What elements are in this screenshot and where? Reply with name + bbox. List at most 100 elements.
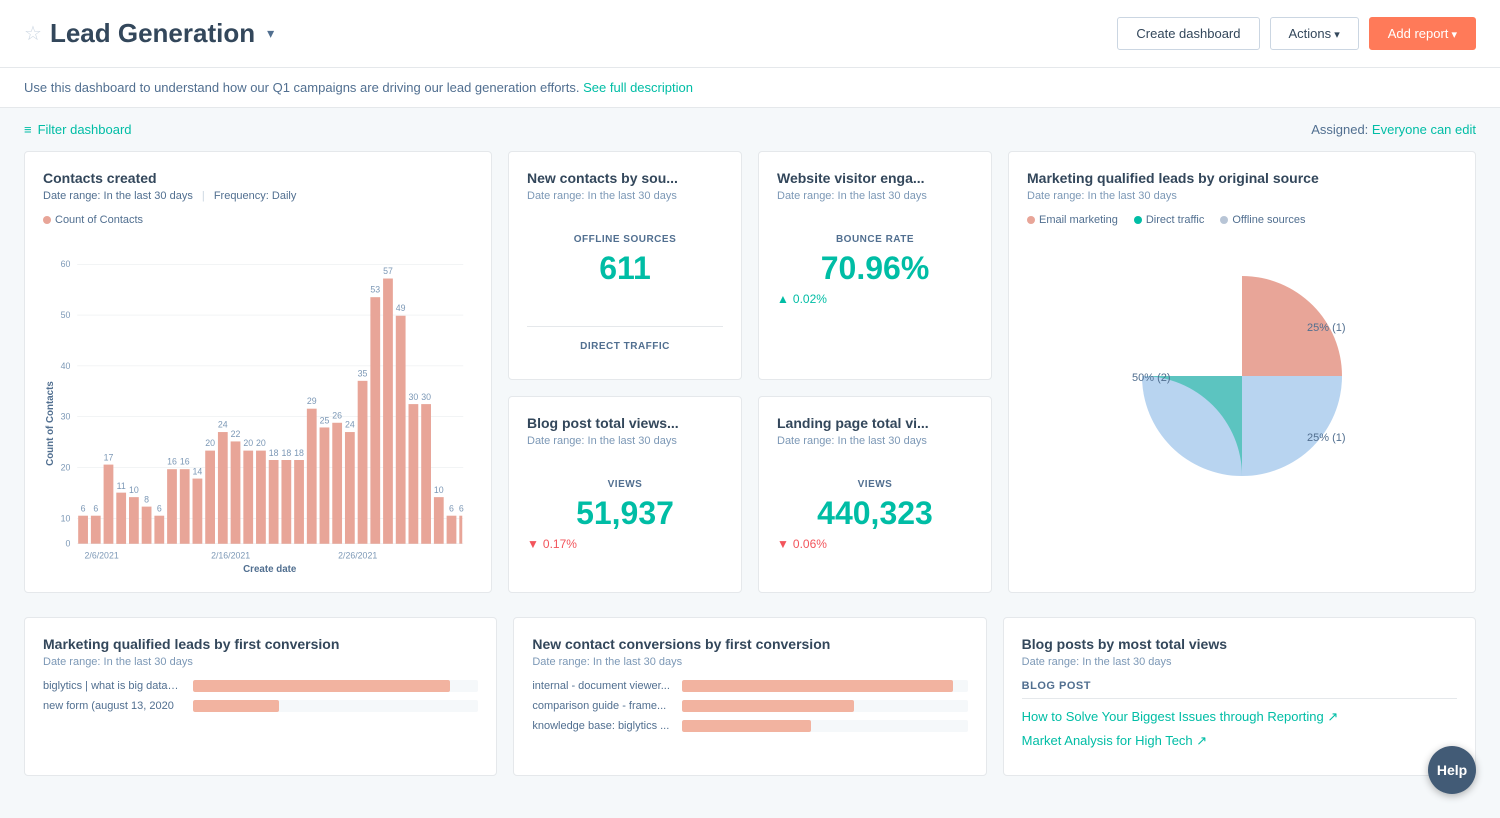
svg-text:53: 53 (370, 285, 380, 295)
svg-text:35: 35 (358, 369, 368, 379)
create-dashboard-button[interactable]: Create dashboard (1117, 17, 1259, 50)
bar-30 (459, 516, 462, 544)
svg-text:18: 18 (294, 448, 304, 458)
bar-9 (193, 479, 203, 544)
mql-pie-chart: 25% (1) 50% (2) 25% (1) (1112, 246, 1372, 506)
see-full-description-link[interactable]: See full description (583, 80, 693, 95)
svg-text:29: 29 (307, 396, 317, 406)
legend-dot-email (1027, 216, 1035, 224)
svg-text:24: 24 (218, 419, 228, 429)
list-item: comparison guide - frame... (532, 700, 967, 712)
blog-views-metric-value: 51,937 (527, 496, 723, 531)
svg-text:Count of Contacts: Count of Contacts (45, 381, 56, 466)
legend-label-contacts: Count of Contacts (55, 214, 143, 226)
svg-text:16: 16 (167, 457, 177, 467)
bar-group: 6 6 17 11 10 8 (78, 266, 464, 544)
svg-text:2/6/2021: 2/6/2021 (85, 550, 119, 560)
bar-2 (104, 465, 114, 544)
new-contact-conversions-card: New contact conversions by first convers… (513, 617, 986, 776)
header-left: ☆ Lead Generation ▾ (24, 18, 274, 49)
svg-text:20: 20 (256, 438, 266, 448)
blog-most-views-title: Blog posts by most total views (1022, 636, 1457, 652)
contacts-chart-area: 60 50 40 30 20 10 0 (43, 234, 473, 574)
new-contacts-title: New contacts by sou... (527, 170, 723, 186)
svg-text:60: 60 (61, 259, 71, 269)
bar-10 (205, 451, 215, 544)
bar-5 (142, 507, 152, 544)
legend-offline-label: Offline sources (1232, 214, 1305, 226)
svg-text:10: 10 (434, 485, 444, 495)
svg-text:30: 30 (61, 412, 71, 422)
legend-direct-label: Direct traffic (1146, 214, 1204, 226)
description-text: Use this dashboard to understand how our… (24, 80, 579, 95)
blog-link-1[interactable]: Market Analysis for High Tech ↗ (1022, 733, 1457, 749)
legend-dot-offline (1220, 216, 1228, 224)
bar-19 (320, 427, 330, 543)
bar-0 (78, 516, 88, 544)
conv-item-label-0: internal - document viewer... (532, 680, 672, 692)
svg-text:6: 6 (157, 504, 162, 514)
bar-16 (281, 460, 291, 544)
website-visitor-stat: BOUNCE RATE 70.96% ▲ 0.02% (777, 214, 973, 326)
svg-text:20: 20 (205, 438, 215, 448)
legend-dot-contacts (43, 216, 51, 224)
add-report-button[interactable]: Add report (1369, 17, 1476, 50)
contacts-legend: Count of Contacts (43, 214, 473, 226)
filter-dashboard-button[interactable]: ≡ Filter dashboard (24, 122, 132, 137)
landing-views-card: Landing page total vi... Date range: In … (758, 396, 992, 593)
website-visitor-card: Website visitor enga... Date range: In t… (758, 151, 992, 380)
bar-3 (116, 493, 126, 544)
legend-email-label: Email marketing (1039, 214, 1118, 226)
svg-text:Create date: Create date (243, 564, 297, 574)
list-item: biglytics | what is big data?: ebook for… (43, 680, 478, 692)
contacts-created-card: Contacts created Date range: In the last… (24, 151, 492, 593)
filter-icon: ≡ (24, 122, 32, 137)
new-contacts-card: New contacts by sou... Date range: In th… (508, 151, 742, 380)
landing-views-change: ▼ 0.06% (777, 537, 973, 551)
help-button[interactable]: Help (1428, 746, 1476, 794)
conv-item-bar-fill-1 (682, 700, 853, 712)
blog-most-views-list: BLOG POST How to Solve Your Biggest Issu… (1022, 680, 1457, 749)
mql-pie-area: 25% (1) 50% (2) 25% (1) (1027, 226, 1457, 526)
mql-source-title: Marketing qualified leads by original so… (1027, 170, 1457, 186)
svg-text:25: 25 (320, 416, 330, 426)
contacts-created-subtitle: Date range: In the last 30 days | Freque… (43, 190, 473, 202)
legend-offline: Offline sources (1220, 214, 1305, 226)
bottom-grid: Marketing qualified leads by first conve… (0, 617, 1500, 800)
svg-text:20: 20 (61, 462, 71, 472)
mql-item-bar-1 (193, 700, 478, 712)
bar-20 (332, 423, 342, 544)
svg-text:16: 16 (180, 457, 190, 467)
conv-item-bar-0 (682, 680, 967, 692)
chevron-down-icon[interactable]: ▾ (267, 25, 274, 42)
main-grid: Contacts created Date range: In the last… (0, 151, 1500, 617)
bar-17 (294, 460, 304, 544)
svg-text:0: 0 (65, 539, 70, 549)
blog-views-subtitle: Date range: In the last 30 days (527, 435, 723, 447)
assigned-section: Assigned: Everyone can edit (1311, 122, 1476, 137)
list-item: new form (august 13, 2020 (43, 700, 478, 712)
svg-text:50: 50 (61, 310, 71, 320)
mql-first-conversion-list: biglytics | what is big data?: ebook for… (43, 680, 478, 712)
svg-text:26: 26 (332, 411, 342, 421)
star-icon[interactable]: ☆ (24, 21, 42, 46)
svg-text:6: 6 (93, 504, 98, 514)
pie-label-teal: 25% (1) (1307, 432, 1346, 444)
legend-direct: Direct traffic (1134, 214, 1204, 226)
mql-item-bar-fill-1 (193, 700, 279, 712)
assigned-value[interactable]: Everyone can edit (1372, 122, 1476, 137)
mql-first-conversion-subtitle: Date range: In the last 30 days (43, 656, 478, 668)
contacts-bar-chart: 60 50 40 30 20 10 0 (43, 234, 473, 574)
mql-first-conversion-card: Marketing qualified leads by first conve… (24, 617, 497, 776)
list-item: knowledge base: biglytics ... (532, 720, 967, 732)
legend-email: Email marketing (1027, 214, 1118, 226)
landing-views-metric-value: 440,323 (777, 496, 973, 531)
bar-26 (409, 404, 419, 544)
arrow-down-icon: ▼ (527, 537, 539, 551)
pie-label-offline: 50% (2) (1132, 372, 1171, 384)
filter-bar: ≡ Filter dashboard Assigned: Everyone ca… (0, 108, 1500, 151)
actions-button[interactable]: Actions (1270, 17, 1359, 50)
page-title: Lead Generation (50, 18, 255, 49)
bar-8 (180, 469, 190, 544)
blog-link-0[interactable]: How to Solve Your Biggest Issues through… (1022, 709, 1457, 725)
